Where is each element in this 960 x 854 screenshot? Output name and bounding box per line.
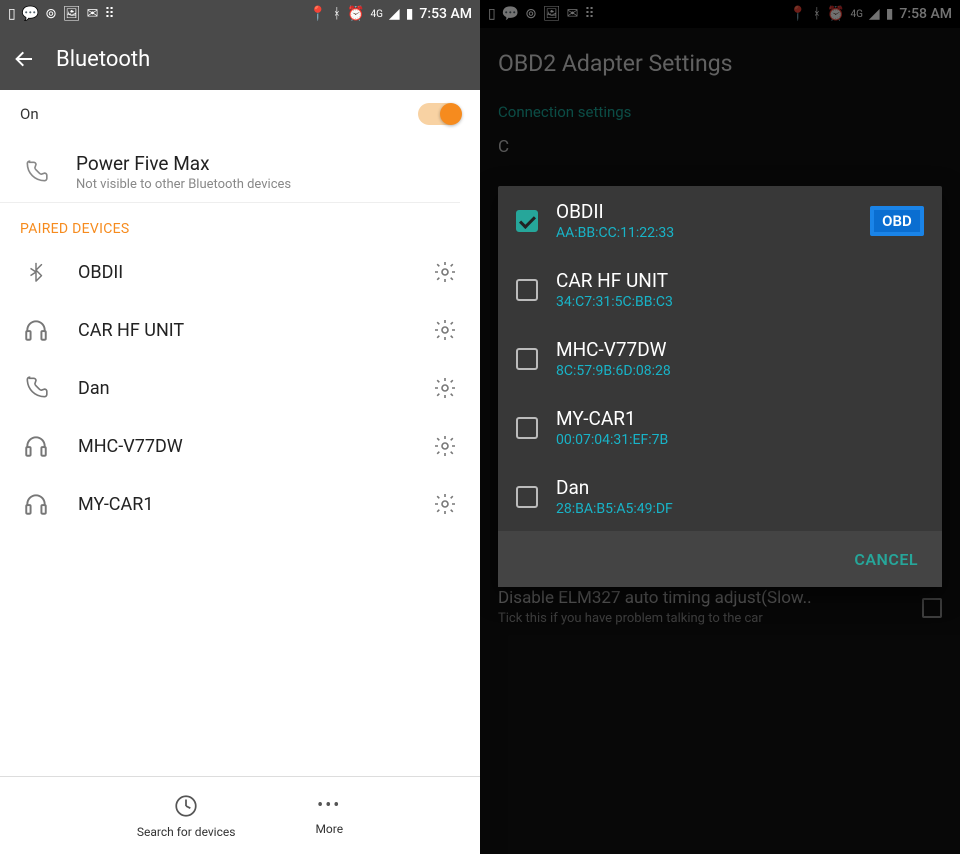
cancel-button[interactable]: CANCEL xyxy=(854,550,918,569)
app-bar: Bluetooth xyxy=(0,28,480,90)
phone-icon xyxy=(20,159,52,185)
device-option-checkbox[interactable] xyxy=(516,279,538,301)
device-option-name: MHC-V77DW xyxy=(556,338,924,361)
device-option-row[interactable]: MY-CAR1 00:07:04:31:EF:7B xyxy=(498,393,942,462)
search-devices-label: Search for devices xyxy=(137,825,236,839)
obd-badge: OBD xyxy=(870,206,924,236)
device-option-row[interactable]: OBDII AA:BB:CC:11:22:33 OBD xyxy=(498,186,942,255)
paired-device-row[interactable]: CAR HF UNIT xyxy=(0,301,480,359)
image-icon: 🖼 xyxy=(63,6,81,22)
more-button[interactable]: ••• More xyxy=(315,795,343,836)
search-icon xyxy=(173,793,199,819)
toggle-label: On xyxy=(20,105,39,123)
device-picker-dialog: OBDII AA:BB:CC:11:22:33 OBD CAR HF UNIT 34:C… xyxy=(498,186,942,587)
device-option-name: Dan xyxy=(556,476,924,499)
device-option-mac: 8C:57:9B:6D:08:28 xyxy=(556,363,924,379)
apps-icon: ⠿ xyxy=(104,6,114,22)
device-settings-button[interactable] xyxy=(430,431,460,461)
more-label: More xyxy=(315,822,343,836)
status-icons-right: 📍 ᚼ ⏰ 4G ◢ ▮ 7:53 AM xyxy=(309,6,472,22)
device-settings-button[interactable] xyxy=(430,489,460,519)
back-icon[interactable] xyxy=(12,47,36,71)
signal-icon: ◢ xyxy=(389,6,400,22)
obd2-settings-screen: ▯ 💬 ⊚ 🖼 ✉ ⠿ 📍 ᚼ ⏰ 4G ◢ ▮ 7:58 AM OBD2 Ad… xyxy=(480,0,960,854)
search-devices-button[interactable]: Search for devices xyxy=(137,793,236,839)
device-option-mac: AA:BB:CC:11:22:33 xyxy=(556,225,852,241)
paired-device-row[interactable]: MY-CAR1 xyxy=(0,475,480,533)
headphones-icon xyxy=(20,433,52,459)
my-device-subtitle: Not visible to other Bluetooth devices xyxy=(76,177,291,192)
paired-devices-header: PAIRED DEVICES xyxy=(0,203,480,243)
gear-icon xyxy=(433,492,457,516)
device-option-mac: 28:BA:B5:A5:49:DF xyxy=(556,501,924,517)
bluetooth-icon xyxy=(20,259,52,285)
bluetooth-settings-screen: ▯ 💬 ⊚ 🖼 ✉ ⠿ 📍 ᚼ ⏰ 4G ◢ ▮ 7:53 AM Bluetoo xyxy=(0,0,480,854)
alarm-icon: ⏰ xyxy=(347,6,364,22)
paired-device-label: MY-CAR1 xyxy=(78,494,404,515)
status-icons-left: ▯ 💬 ⊚ 🖼 ✉ ⠿ xyxy=(8,6,115,22)
device-settings-button[interactable] xyxy=(430,373,460,403)
device-option-row[interactable]: MHC-V77DW 8C:57:9B:6D:08:28 xyxy=(498,324,942,393)
my-device-row: Power Five Max Not visible to other Blue… xyxy=(0,138,460,203)
bluetooth-toggle[interactable] xyxy=(418,103,460,125)
gear-icon xyxy=(433,376,457,400)
paired-device-row[interactable]: Dan xyxy=(0,359,480,417)
obd-icon: ⊚ xyxy=(45,6,57,22)
gear-icon xyxy=(433,260,457,284)
device-option-checkbox[interactable] xyxy=(516,417,538,439)
status-time: 7:53 AM xyxy=(419,6,472,22)
device-settings-button[interactable] xyxy=(430,315,460,345)
device-option-checkbox[interactable] xyxy=(516,210,538,232)
phone-icon xyxy=(20,375,52,401)
bluetooth-toggle-row: On xyxy=(0,90,480,138)
status-bar: ▯ 💬 ⊚ 🖼 ✉ ⠿ 📍 ᚼ ⏰ 4G ◢ ▮ 7:53 AM xyxy=(0,0,480,28)
paired-device-row[interactable]: MHC-V77DW xyxy=(0,417,480,475)
device-picker-list: OBDII AA:BB:CC:11:22:33 OBD CAR HF UNIT 34:C… xyxy=(498,186,942,531)
notification-icon: ▯ xyxy=(8,6,16,22)
device-option-checkbox[interactable] xyxy=(516,348,538,370)
location-icon: 📍 xyxy=(309,6,326,22)
paired-device-label: MHC-V77DW xyxy=(78,436,404,457)
headphones-icon xyxy=(20,491,52,517)
network-icon: 4G xyxy=(370,9,382,20)
device-option-name: CAR HF UNIT xyxy=(556,269,924,292)
message-icon: 💬 xyxy=(22,6,39,22)
device-option-row[interactable]: Dan 28:BA:B5:A5:49:DF xyxy=(498,462,942,531)
my-device-name: Power Five Max xyxy=(76,152,291,175)
more-icon: ••• xyxy=(317,795,341,816)
paired-device-label: Dan xyxy=(78,378,404,399)
device-settings-button[interactable] xyxy=(430,257,460,287)
gear-icon xyxy=(433,434,457,458)
bottom-bar: Search for devices ••• More xyxy=(0,776,480,854)
device-option-name: MY-CAR1 xyxy=(556,407,924,430)
battery-icon: ▮ xyxy=(406,6,414,22)
dialog-actions: CANCEL xyxy=(498,531,942,587)
device-option-mac: 34:C7:31:5C:BB:C3 xyxy=(556,294,924,310)
paired-device-row[interactable]: OBDII xyxy=(0,243,480,301)
paired-devices-list: OBDII CAR HF UNIT Dan MHC-V77DW MY-CAR1 xyxy=(0,243,480,533)
gear-icon xyxy=(433,318,457,342)
headphones-icon xyxy=(20,317,52,343)
device-option-mac: 00:07:04:31:EF:7B xyxy=(556,432,924,448)
bluetooth-icon: ᚼ xyxy=(333,6,341,22)
mail-icon: ✉ xyxy=(87,6,99,22)
paired-device-label: CAR HF UNIT xyxy=(78,320,404,341)
page-title: Bluetooth xyxy=(56,47,150,72)
paired-device-label: OBDII xyxy=(78,262,404,283)
device-option-row[interactable]: CAR HF UNIT 34:C7:31:5C:BB:C3 xyxy=(498,255,942,324)
device-option-checkbox[interactable] xyxy=(516,486,538,508)
device-option-name: OBDII xyxy=(556,200,852,223)
